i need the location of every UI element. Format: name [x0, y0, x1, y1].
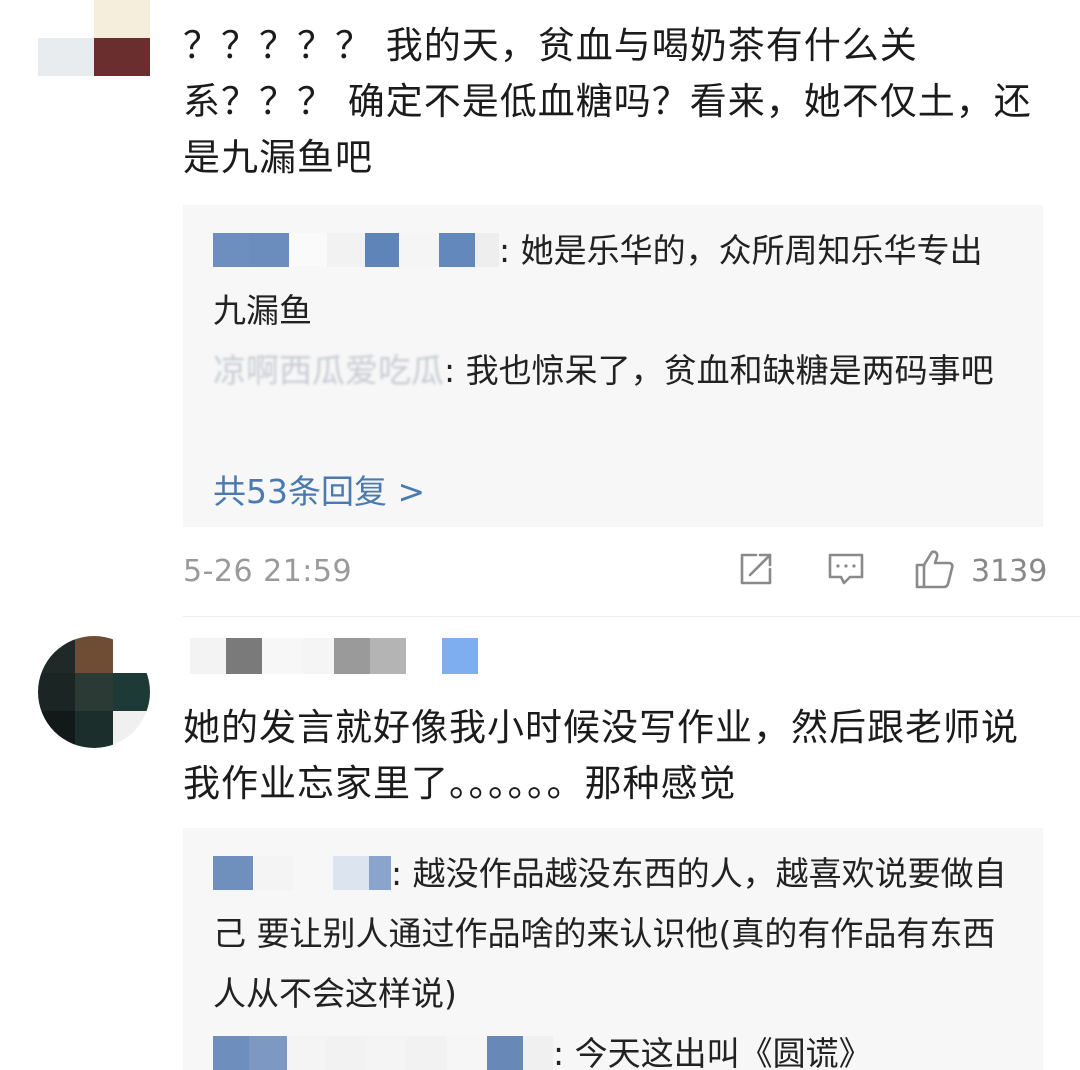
comment-item: ？？？？？ 我的天，贫血与喝奶茶有什么关系？？？ 确定不是低血糖吗？看来，她不仅… — [0, 0, 1080, 610]
reply-text: 今天这出叫《圆谎》 — [574, 1034, 872, 1070]
comment-timestamp: 5-26 21:59 — [183, 554, 353, 589]
reply-text: 我也惊呆了，贫血和缺糖是两码事吧 — [465, 351, 994, 390]
comment-divider — [183, 616, 1080, 617]
comment-text: ？？？？？ 我的天，贫血与喝奶茶有什么关系？？？ 确定不是低血糖吗？看来，她不仅… — [183, 24, 1032, 179]
username-blurred[interactable] — [190, 638, 478, 674]
reply-item[interactable]: 凉啊西瓜爱吃瓜: 我也惊呆了，贫血和缺糖是两码事吧 — [213, 341, 1013, 401]
like-count: 3139 — [971, 553, 1048, 589]
more-replies-link[interactable]: 共53条回复 > — [213, 465, 425, 513]
comment-icon — [826, 549, 866, 593]
avatar[interactable] — [38, 0, 150, 76]
avatar[interactable] — [38, 636, 150, 748]
reply-item[interactable]: : 越没作品越没东西的人，越喜欢说要做自己 要让别人通过作品啥的来认识他(真的有… — [213, 844, 1013, 1024]
comment-meta: 5-26 21:59 3139 — [183, 548, 1047, 598]
comment-text: 她的发言就好像我小时候没写作业，然后跟老师说我作业忘家里了。。。。。。那种感觉 — [183, 706, 1019, 805]
reply-username-blurred[interactable] — [213, 1035, 553, 1070]
reply-box[interactable]: : 她是乐华的，众所周知乐华专出九漏鱼 凉啊西瓜爱吃瓜: 我也惊呆了，贫血和缺糖… — [183, 205, 1043, 527]
reply-username-blurred[interactable] — [213, 855, 391, 890]
comment-button[interactable] — [826, 548, 866, 594]
share-icon — [736, 549, 776, 593]
share-button[interactable] — [736, 548, 776, 594]
like-button[interactable]: 3139 — [913, 548, 1047, 594]
reply-item[interactable]: : 她是乐华的，众所周知乐华专出九漏鱼 — [213, 221, 1013, 341]
reply-item[interactable]: : 今天这出叫《圆谎》 — [213, 1024, 1013, 1070]
reply-box[interactable]: : 越没作品越没东西的人，越喜欢说要做自己 要让别人通过作品啥的来认识他(真的有… — [183, 828, 1043, 1070]
reply-username-blurred[interactable]: 凉啊西瓜爱吃瓜 — [213, 351, 444, 390]
thumbs-up-icon — [913, 547, 957, 595]
comment-item: 她的发言就好像我小时候没写作业，然后跟老师说我作业忘家里了。。。。。。那种感觉 … — [0, 630, 1080, 1070]
reply-username-blurred[interactable] — [213, 232, 499, 267]
